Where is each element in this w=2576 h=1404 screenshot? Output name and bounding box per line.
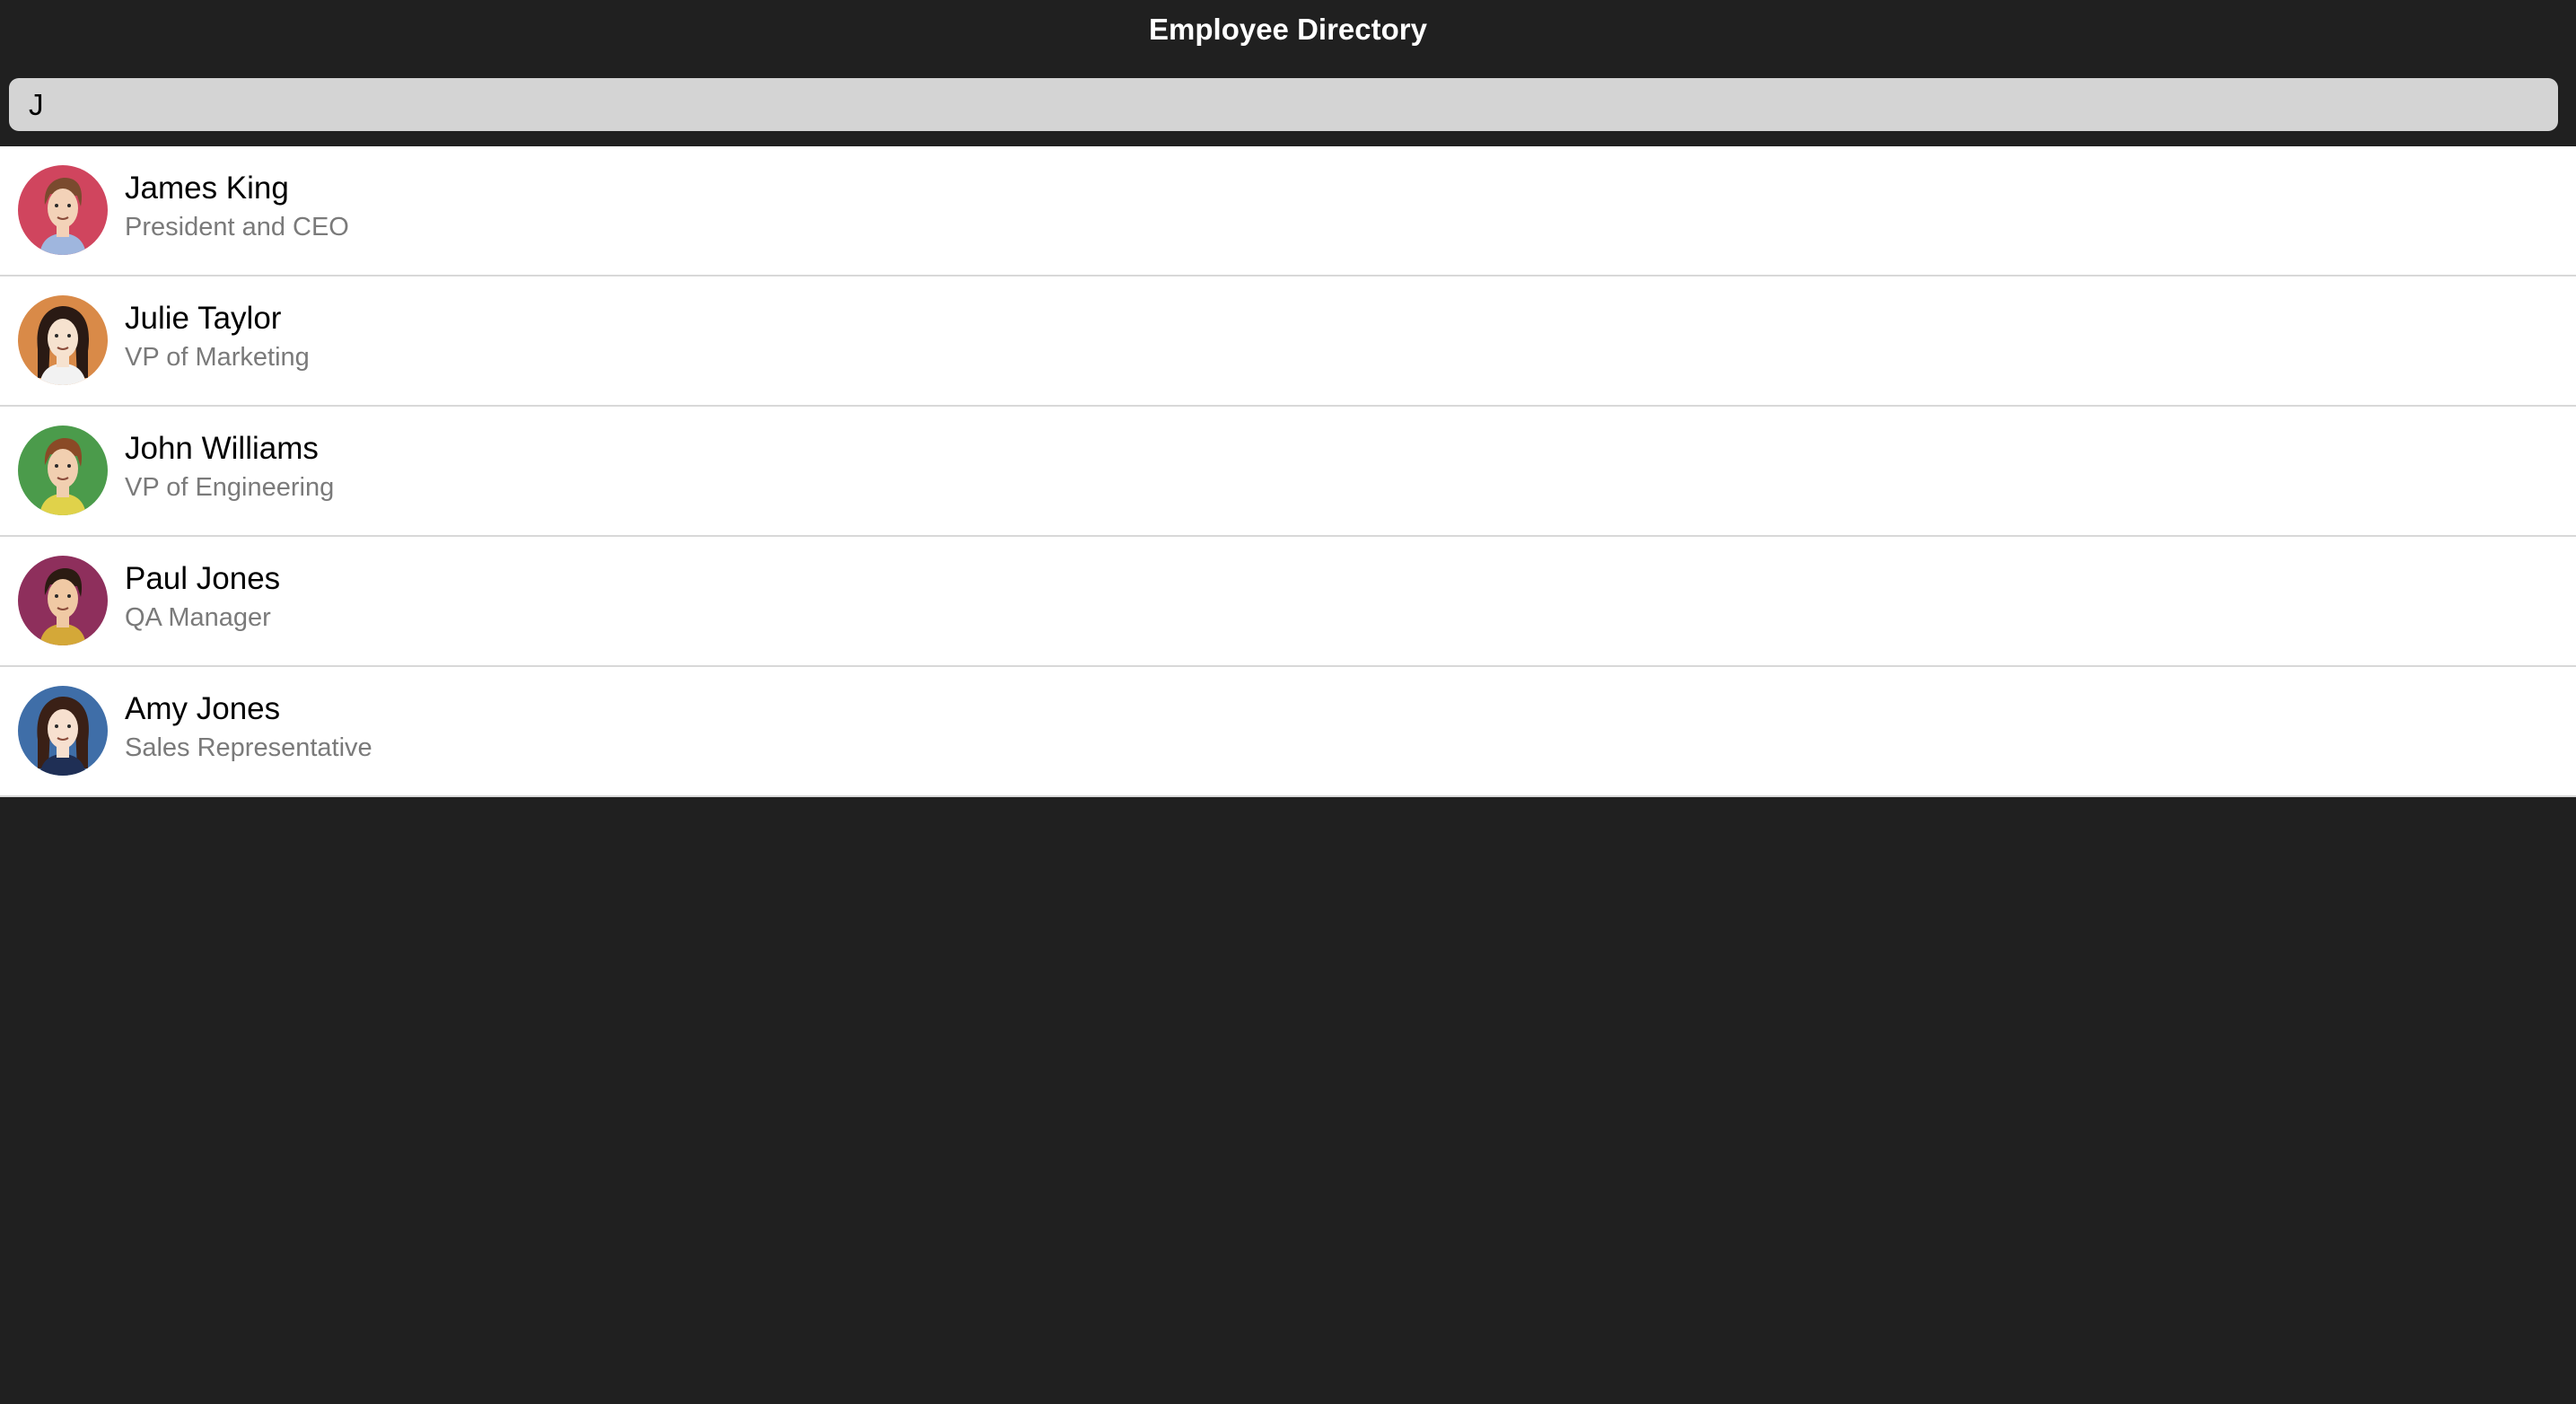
avatar-man-icon [18,426,108,515]
employee-list: James King President and CEO Julie Taylor V… [0,146,2576,797]
avatar-man-icon [18,556,108,645]
employee-list-item[interactable]: John Williams VP of Engineering [0,407,2576,537]
page-title: Employee Directory [1149,13,1427,46]
employee-list-item[interactable]: James King President and CEO [0,146,2576,276]
employee-name: John Williams [125,431,319,466]
employee-list-item[interactable]: Paul Jones QA Manager [0,537,2576,667]
employee-name: Amy Jones [125,691,281,726]
avatar [18,165,108,255]
employee-title: QA Manager [125,603,271,632]
avatar-woman-icon [18,686,108,776]
employee-list-item[interactable]: Amy Jones Sales Representative [0,667,2576,797]
employee-title: President and CEO [125,213,349,241]
avatar [18,686,108,776]
avatar-man-icon [18,165,108,255]
employee-title: VP of Marketing [125,343,310,372]
employee-title: VP of Engineering [125,473,335,502]
employee-name: Paul Jones [125,561,281,596]
avatar [18,426,108,515]
search-input[interactable] [9,78,2558,131]
app-header: Employee Directory [0,0,2576,146]
avatar [18,295,108,385]
employee-title: Sales Representative [125,733,372,762]
avatar-woman-icon [18,295,108,385]
employee-name: Julie Taylor [125,301,282,336]
avatar [18,556,108,645]
employee-name: James King [125,171,289,206]
employee-list-item[interactable]: Julie Taylor VP of Marketing [0,276,2576,407]
